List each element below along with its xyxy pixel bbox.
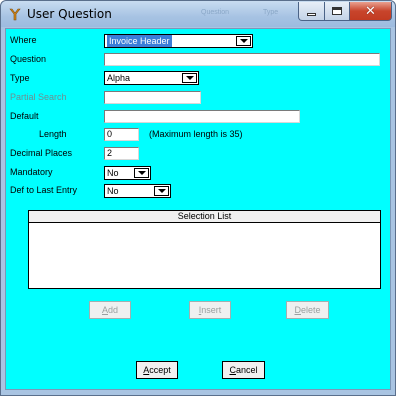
mandatory-label: Mandatory	[10, 167, 53, 177]
decimal-places-input[interactable]: 2	[104, 147, 139, 160]
mandatory-value: No	[107, 168, 119, 178]
partial-search-label: Partial Search	[10, 92, 67, 102]
question-label: Question	[10, 54, 47, 64]
cancel-button[interactable]: Cancel	[222, 361, 265, 379]
minimize-icon	[307, 12, 316, 16]
partial-search-input[interactable]	[104, 91, 201, 104]
close-icon: ✕	[365, 3, 376, 19]
type-value: Alpha	[107, 73, 131, 83]
length-hint: (Maximum length is 35)	[149, 129, 243, 139]
window-title: User Question	[27, 7, 112, 21]
ghost-title-type: Type	[263, 9, 279, 16]
add-button[interactable]: Add	[89, 301, 131, 319]
default-label: Default	[10, 111, 39, 121]
def-to-last-entry-value: No	[107, 186, 119, 196]
selection-list[interactable]: Selection List	[28, 210, 381, 289]
chevron-down-icon[interactable]	[154, 186, 169, 196]
mandatory-select[interactable]: No	[104, 166, 151, 180]
maximize-icon	[332, 7, 342, 15]
maximize-button[interactable]	[324, 2, 350, 21]
def-to-last-entry-label: Def to Last Entry	[10, 185, 78, 195]
type-select[interactable]: Alpha	[104, 71, 199, 85]
decimal-places-label: Decimal Places	[10, 148, 73, 158]
where-value: Invoice Header	[107, 35, 172, 47]
insert-button[interactable]: Insert	[189, 301, 231, 319]
close-button[interactable]: ✕	[349, 2, 392, 21]
app-logo-icon	[9, 8, 21, 21]
length-input[interactable]: 0	[104, 128, 139, 141]
default-input[interactable]	[104, 110, 300, 123]
def-to-last-entry-select[interactable]: No	[104, 184, 171, 198]
ghost-title-question: Question	[201, 9, 230, 16]
chevron-down-icon[interactable]	[134, 168, 149, 178]
type-label: Type	[10, 73, 30, 83]
selection-list-header: Selection List	[29, 211, 380, 223]
question-input[interactable]	[104, 53, 380, 66]
dialog-body: Where Invoice Header Question Type Alpha…	[5, 28, 391, 390]
minimize-button[interactable]	[298, 2, 325, 21]
chevron-down-icon[interactable]	[236, 36, 251, 46]
title-bar[interactable]: User Question Question Type ✕	[1, 1, 395, 27]
user-question-window: User Question Question Type ✕ Where Invo…	[0, 0, 396, 396]
where-label: Where	[10, 35, 37, 45]
where-select[interactable]: Invoice Header	[104, 34, 253, 48]
chevron-down-icon[interactable]	[182, 73, 197, 83]
length-label: Length	[39, 129, 67, 139]
accept-button[interactable]: Accept	[136, 361, 178, 379]
delete-button[interactable]: Delete	[286, 301, 329, 319]
